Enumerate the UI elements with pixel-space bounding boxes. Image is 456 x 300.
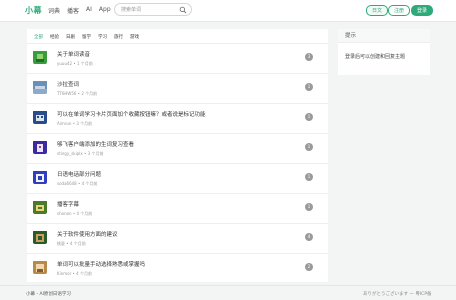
topic-title[interactable]: 关于单词读音 [57,50,90,58]
tip-text: 登录后可以创建和回复主题 [345,54,406,60]
language-button[interactable]: 日文 [366,5,389,16]
reply-count-badge: 1 [305,83,313,91]
topic-row[interactable]: 够飞客户端添加的生词复习查看 stingy_skiplx • 3 个月前 1 [27,134,328,164]
avatar[interactable] [33,80,47,94]
topic-meta: shonon • 4 个月前 [57,211,93,216]
site-logo[interactable]: 小幕 [25,5,42,16]
tab-games[interactable]: 游戏 [130,34,139,40]
topic-meta: TT6HW56 • 2 个月前 [57,91,98,96]
top-header: 小幕 词典 播客 AI App 日文 注册 登录 [0,0,456,22]
topic-title[interactable]: 播客字幕 [57,200,79,208]
topic-row[interactable]: 可以在单词学习卡片页面加个收藏按钮嘛？或者说是标记功能 Aimrun • 3 个… [27,104,328,134]
topic-row[interactable]: 单词可以批量手动选择熟悉或掌握吗 Kinmor • 4 个月前 2 [27,254,328,282]
topic-row[interactable]: 关于单词读音 yuuu42 • 1 个月前 3 [27,44,328,74]
topic-title[interactable]: 沙拉查词 [57,80,79,88]
topic-title[interactable]: 可以在单词学习卡片页面加个收藏按钮嘛？或者说是标记功能 [57,110,206,118]
avatar[interactable] [33,170,47,184]
category-tabs: 全部 经验 日剧 留学 学习 旅行 游戏 [34,34,139,40]
reply-count-badge: 2 [305,263,313,271]
topic-meta: Aimrun • 3 个月前 [57,121,93,126]
topic-row[interactable]: 播客字幕 shonon • 4 个月前 1 [27,194,328,224]
search-icon[interactable] [179,6,187,14]
nav-app[interactable]: App [99,6,111,15]
avatar[interactable] [33,200,47,214]
nav-ai[interactable]: AI [86,6,92,15]
topic-meta: stingy_skiplx • 3 个月前 [57,151,104,156]
tab-all[interactable]: 全部 [34,34,43,40]
main-nav: 词典 播客 AI App [48,6,111,15]
search-box [114,3,192,16]
topic-meta: 桃夏 • 4 个月前 [57,241,86,246]
reply-count-badge: 3 [305,53,313,61]
page-footer: 小幕 - AI原创日语学习 ありがとうございます ー 粤ICP备 [0,285,456,300]
topic-title[interactable]: 够飞客户端添加的生词复习查看 [57,140,134,148]
topic-title[interactable]: 关于软件使用方面的建议 [57,230,118,238]
tip-title: 提示 [338,29,430,43]
topic-row[interactable]: 日语电话部分问题 soda6648 • 4 个月前 1 [27,164,328,194]
avatar[interactable] [33,140,47,154]
reply-count-badge: 4 [305,233,313,241]
topic-meta: Kinmor • 4 个月前 [57,271,92,276]
topic-meta: yuuu42 • 1 个月前 [57,61,93,66]
reply-count-badge: 1 [305,143,313,151]
signup-button[interactable]: 注册 [388,5,411,16]
topic-row[interactable]: 沙拉查词 TT6HW56 • 2 个月前 1 [27,74,328,104]
footer-info[interactable]: ありがとうございます ー 粤ICP备 [363,291,432,297]
tab-experience[interactable]: 经验 [50,34,59,40]
search-input[interactable] [121,6,179,14]
avatar[interactable] [33,50,47,64]
topic-meta: soda6648 • 4 个月前 [57,181,98,186]
reply-count-badge: 1 [305,203,313,211]
topic-list-card: 全部 经验 日剧 留学 学习 旅行 游戏 关于单词读音 yuuu42 • 1 个… [27,29,328,282]
login-button[interactable]: 登录 [411,5,434,16]
reply-count-badge: 1 [305,113,313,121]
avatar[interactable] [33,110,47,124]
reply-count-badge: 1 [305,173,313,181]
topic-title[interactable]: 单词可以批量手动选择熟悉或掌握吗 [57,260,145,268]
topic-row[interactable]: 关于软件使用方面的建议 桃夏 • 4 个月前 4 [27,224,328,254]
tab-travel[interactable]: 旅行 [114,34,123,40]
nav-dictionary[interactable]: 词典 [48,6,60,15]
tab-study-abroad[interactable]: 留学 [82,34,91,40]
tab-learning[interactable]: 学习 [98,34,107,40]
topic-title[interactable]: 日语电话部分问题 [57,170,101,178]
tip-panel: 提示 登录后可以创建和回复主题 [338,29,430,75]
footer-brand: 小幕 - AI原创日语学习 [26,292,71,297]
avatar[interactable] [33,230,47,244]
tab-drama[interactable]: 日剧 [66,34,75,40]
avatar[interactable] [33,260,47,274]
nav-podcast[interactable]: 播客 [67,6,79,15]
